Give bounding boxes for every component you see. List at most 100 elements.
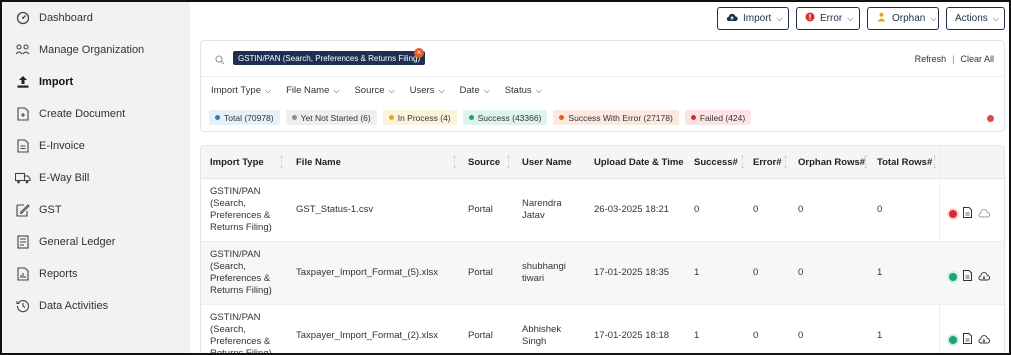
column-header-source[interactable]: Source <box>468 146 500 179</box>
sidebar-item-import[interactable]: Import <box>2 66 190 98</box>
sort-icon[interactable]: ↑ ↓ <box>863 154 868 171</box>
invoice-icon <box>15 138 31 154</box>
filter-import-type[interactable]: Import Type ⌵ <box>211 85 271 96</box>
sidebar-item-label: Import <box>39 76 74 88</box>
remove-chip-icon[interactable]: × <box>414 48 424 58</box>
cell-total: 1 <box>877 330 883 341</box>
sort-icon[interactable]: ↑ ↓ <box>932 154 937 171</box>
cell-error: 0 <box>753 204 759 215</box>
status-indicator-icon <box>949 273 957 281</box>
edit-icon <box>15 202 31 218</box>
truck-icon <box>15 170 31 186</box>
filter-source[interactable]: Source ⌵ <box>354 85 394 96</box>
column-header-import-type[interactable]: Import Type <box>210 146 264 179</box>
refresh-link[interactable]: Refresh <box>915 54 947 64</box>
column-header-user-name[interactable]: User Name <box>522 146 572 179</box>
orphan-dropdown-button[interactable]: Orphan ⌵ <box>867 7 939 30</box>
status-indicator-icon <box>949 210 957 218</box>
chevron-down-icon: ⌵ <box>333 85 340 95</box>
column-header-upload-date[interactable]: Upload Date & Time <box>594 146 684 179</box>
import-label: Import <box>743 13 772 24</box>
import-dropdown-button[interactable]: Import ⌵ <box>717 7 789 30</box>
row-actions <box>949 268 991 286</box>
status-pill-in-process[interactable]: In Process (4) <box>382 110 457 125</box>
cell-user-name: Abhishek Singh <box>522 324 562 347</box>
cell-source: Portal <box>468 330 493 341</box>
cell-source: Portal <box>468 267 493 278</box>
filter-file-name[interactable]: File Name ⌵ <box>286 85 339 96</box>
clear-all-link[interactable]: Clear All <box>960 54 994 64</box>
sidebar-item-e-invoice[interactable]: E-Invoice <box>2 130 190 162</box>
table-header: Import Type ↑ ↓ File Name ↑ ↓ Source ↑ ↓ Us… <box>201 146 1004 179</box>
sidebar-item-label: Create Document <box>39 108 126 120</box>
cell-success: 1 <box>694 267 700 278</box>
orphan-label: Orphan <box>892 13 926 24</box>
sidebar: Dashboard Manage Organization Import Cre… <box>2 2 190 353</box>
sidebar-item-label: E-Invoice <box>39 140 85 152</box>
status-pill-success[interactable]: Success (43366) <box>462 110 548 125</box>
sort-icon[interactable]: ↑ ↓ <box>783 154 788 171</box>
status-pill-yet-not-started[interactable]: Yet Not Started (6) <box>285 110 377 125</box>
cell-import-type: GSTIN/PAN (Search, Preferences & Returns… <box>210 249 272 296</box>
report-icon <box>15 266 31 282</box>
column-header-success[interactable]: Success# <box>694 146 738 179</box>
sort-icon[interactable]: ↑ ↓ <box>506 154 511 171</box>
actions-dropdown-button[interactable]: Actions ⌵ <box>946 7 1005 30</box>
sidebar-item-e-way-bill[interactable]: E-Way Bill <box>2 162 190 194</box>
column-header-total-rows[interactable]: Total Rows# <box>877 146 932 179</box>
cell-upload-date: 17-01-2025 18:35 <box>594 267 670 278</box>
search-filter-chip: GSTIN/PAN (Search, Preferences & Returns… <box>233 51 426 65</box>
filter-status[interactable]: Status ⌵ <box>505 85 542 96</box>
orphan-icon <box>876 12 887 25</box>
cloud-download-icon[interactable] <box>978 268 991 286</box>
status-pill-failed[interactable]: Failed (424) <box>684 110 752 125</box>
notification-dot-icon[interactable] <box>987 115 994 122</box>
cell-orphan: 0 <box>798 267 804 278</box>
cell-file-name: Taxpayer_Import_Format_(2).xlsx <box>296 330 439 341</box>
chevron-down-icon: ⌵ <box>483 85 490 95</box>
cell-source: Portal <box>468 204 493 215</box>
filter-date[interactable]: Date ⌵ <box>460 85 490 96</box>
status-pill-success-with-error[interactable]: Success With Error (27178) <box>553 110 679 125</box>
row-actions <box>949 205 991 223</box>
filter-panel: GSTIN/PAN (Search, Preferences & Returns… <box>200 40 1006 132</box>
history-icon <box>15 298 31 314</box>
sidebar-item-dashboard[interactable]: Dashboard <box>2 2 190 34</box>
filter-users[interactable]: Users ⌵ <box>410 85 445 96</box>
table-row[interactable]: GSTIN/PAN (Search, Preferences & Returns… <box>201 305 1004 355</box>
sidebar-item-label: Manage Organization <box>39 44 145 56</box>
sidebar-item-label: Reports <box>39 268 78 280</box>
cell-import-type: GSTIN/PAN (Search, Preferences & Returns… <box>210 186 272 233</box>
sidebar-item-general-ledger[interactable]: General Ledger <box>2 226 190 258</box>
cell-success: 0 <box>694 204 700 215</box>
imports-table: Import Type ↑ ↓ File Name ↑ ↓ Source ↑ ↓ Us… <box>200 145 1005 355</box>
table-row[interactable]: GSTIN/PAN (Search, Preferences & Returns… <box>201 179 1004 242</box>
column-header-error[interactable]: Error# <box>753 146 782 179</box>
column-header-orphan-rows[interactable]: Orphan Rows# <box>798 146 865 179</box>
status-summary: Total (70978) Yet Not Started (6) In Pro… <box>209 110 752 125</box>
sidebar-item-reports[interactable]: Reports <box>2 258 190 290</box>
file-icon[interactable] <box>963 268 972 286</box>
sidebar-item-data-activities[interactable]: Data Activities <box>2 290 190 322</box>
sort-icon[interactable]: ↑ ↓ <box>279 154 284 171</box>
file-icon[interactable] <box>963 331 972 349</box>
column-header-file-name[interactable]: File Name <box>296 146 341 179</box>
chevron-down-icon: ⌵ <box>992 13 999 23</box>
table-row[interactable]: GSTIN/PAN (Search, Preferences & Returns… <box>201 242 1004 305</box>
error-dropdown-button[interactable]: Error ⌵ <box>796 7 860 30</box>
sort-icon[interactable]: ↑ ↓ <box>452 154 457 171</box>
file-icon[interactable] <box>963 205 972 223</box>
chevron-down-icon: ⌵ <box>776 13 783 23</box>
cloud-download-icon[interactable] <box>978 331 991 349</box>
cell-error: 0 <box>753 330 759 341</box>
sort-icon[interactable]: ↑ ↓ <box>740 154 745 171</box>
cloud-download-icon[interactable] <box>978 205 991 223</box>
sidebar-item-create-document[interactable]: Create Document <box>2 98 190 130</box>
error-label: Error <box>820 13 843 24</box>
sidebar-item-manage-organization[interactable]: Manage Organization <box>2 34 190 66</box>
cell-total: 0 <box>877 204 883 215</box>
status-pill-total[interactable]: Total (70978) <box>209 110 280 125</box>
cell-import-type: GSTIN/PAN (Search, Preferences & Returns… <box>210 312 272 355</box>
search-icon[interactable] <box>215 52 225 70</box>
sidebar-item-gst[interactable]: GST <box>2 194 190 226</box>
